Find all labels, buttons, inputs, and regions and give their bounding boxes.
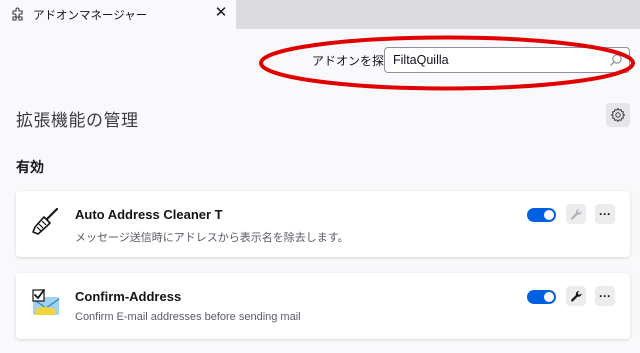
addon-description: Confirm E-mail addresses before sending … (75, 311, 301, 323)
more-options-button[interactable]: ··· (595, 204, 615, 224)
enable-toggle[interactable] (527, 290, 556, 304)
confirm-address-icon (32, 289, 60, 315)
search-icon[interactable] (609, 53, 623, 67)
addon-name: Auto Address Cleaner T (75, 207, 223, 222)
addon-options-button[interactable] (566, 204, 586, 224)
wrench-icon (570, 208, 582, 220)
addon-options-button[interactable] (566, 286, 586, 306)
gear-icon (610, 107, 626, 123)
section-heading-enabled: 有効 (16, 159, 44, 175)
puzzle-icon (12, 7, 23, 21)
addon-card[interactable]: Auto Address Cleaner T メッセージ送信時にアドレスから表示… (16, 191, 630, 257)
wrench-icon (570, 290, 582, 302)
close-icon[interactable]: ✕ (213, 5, 229, 21)
addon-manager-window: アドオンマネージャー ✕ アドオンを探す 拡張機能の管理 有効 Auto Add… (0, 0, 640, 353)
tab-title: アドオンマネージャー (33, 10, 148, 22)
search-input[interactable] (384, 47, 630, 73)
addon-name: Confirm-Address (75, 289, 182, 304)
addon-description: メッセージ送信時にアドレスから表示名を除去します。 (75, 232, 349, 244)
enable-toggle[interactable] (527, 208, 556, 222)
tab-strip: アドオンマネージャー ✕ (0, 0, 640, 29)
page-title: 拡張機能の管理 (16, 111, 139, 130)
more-options-button[interactable]: ··· (595, 286, 615, 306)
addon-card[interactable]: Confirm-Address Confirm E-mail addresses… (16, 273, 630, 339)
tools-gear-button[interactable] (606, 103, 630, 127)
broom-icon (32, 207, 59, 235)
tab-addon-manager[interactable]: アドオンマネージャー ✕ (0, 0, 236, 29)
